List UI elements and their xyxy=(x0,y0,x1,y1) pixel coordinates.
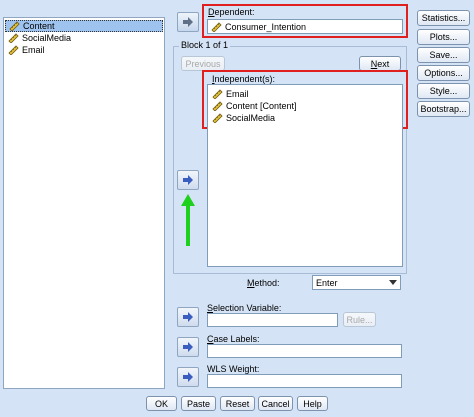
method-select[interactable]: Enter xyxy=(312,275,401,290)
method-value: Enter xyxy=(316,277,338,288)
arrow-right-icon xyxy=(183,312,193,322)
list-item-label: Content xyxy=(23,21,55,31)
dependent-label: Dependent: xyxy=(208,7,255,17)
statistics-button[interactable]: Statistics... xyxy=(417,10,470,26)
block-title: Block 1 of 1 xyxy=(179,40,231,50)
paste-button[interactable]: Paste xyxy=(181,396,216,411)
next-label-rest: ext xyxy=(377,58,390,69)
style-button[interactable]: Style... xyxy=(417,83,470,99)
arrow-right-icon xyxy=(183,175,193,185)
case-labels-field[interactable] xyxy=(207,344,402,358)
next-button[interactable]: Next xyxy=(359,56,401,71)
list-item[interactable]: Content [Content] xyxy=(208,100,402,112)
scale-ruler-icon xyxy=(212,89,223,99)
list-item[interactable]: SocialMedia xyxy=(4,32,164,44)
scale-ruler-icon xyxy=(212,101,223,111)
previous-button[interactable]: Previous xyxy=(181,56,225,71)
method-mnemonic: M xyxy=(247,278,255,288)
scale-ruler-icon xyxy=(8,45,19,55)
list-item[interactable]: Email xyxy=(208,88,402,100)
cancel-button[interactable]: Cancel xyxy=(258,396,293,411)
list-item-label: SocialMedia xyxy=(22,33,72,43)
wls-weight-label: WLS Weight: xyxy=(207,364,260,374)
list-item[interactable]: Content xyxy=(5,20,163,32)
save-button[interactable]: Save... xyxy=(417,47,470,63)
method-label: Method: xyxy=(247,278,280,288)
chevron-down-icon xyxy=(389,280,397,285)
move-to-dependent-button[interactable] xyxy=(177,12,199,32)
help-button[interactable]: Help xyxy=(297,396,328,411)
wls-weight-field[interactable] xyxy=(207,374,402,388)
list-item-label: SocialMedia xyxy=(226,113,276,123)
bootstrap-button[interactable]: Bootstrap... xyxy=(417,101,470,117)
scale-ruler-icon xyxy=(212,113,223,123)
move-to-wls-weight-button[interactable] xyxy=(177,367,199,387)
options-button[interactable]: Options... xyxy=(417,65,470,81)
move-to-selection-variable-button[interactable] xyxy=(177,307,199,327)
dependent-value: Consumer_Intention xyxy=(225,21,307,32)
selection-variable-label: Selection Variable: xyxy=(207,303,281,313)
arrow-right-icon xyxy=(183,17,193,27)
independents-label: Independent(s): xyxy=(212,74,275,84)
ok-button[interactable]: OK xyxy=(146,396,177,411)
list-item[interactable]: SocialMedia xyxy=(208,112,402,124)
list-item[interactable]: Email xyxy=(4,44,164,56)
arrow-right-icon xyxy=(183,372,193,382)
dependent-label-text: ependent: xyxy=(214,7,255,17)
green-annotation-arrow-icon xyxy=(181,194,195,246)
scale-ruler-icon xyxy=(8,33,19,43)
source-variable-list[interactable]: Content SocialMedia Email xyxy=(3,17,165,389)
arrow-right-icon xyxy=(183,342,193,352)
move-to-independents-button[interactable] xyxy=(177,170,199,190)
case-labels-label: Case Labels: xyxy=(207,334,260,344)
rule-button[interactable]: Rule... xyxy=(343,312,376,327)
reset-button[interactable]: Reset xyxy=(220,396,255,411)
independents-label-text: ndependent(s): xyxy=(214,74,276,84)
move-to-case-labels-button[interactable] xyxy=(177,337,199,357)
selection-variable-field[interactable] xyxy=(207,313,338,327)
scale-ruler-icon xyxy=(9,21,20,31)
list-item-label: Email xyxy=(22,45,45,55)
case-labels-label-text: ase Labels: xyxy=(213,334,260,344)
plots-button[interactable]: Plots... xyxy=(417,29,470,45)
independents-list[interactable]: Email Content [Content] SocialMedia xyxy=(207,84,403,267)
scale-ruler-icon xyxy=(211,21,222,32)
selection-variable-label-text: election Variable: xyxy=(213,303,282,313)
list-item-label: Content [Content] xyxy=(226,101,297,111)
list-item-label: Email xyxy=(226,89,249,99)
dependent-field[interactable]: Consumer_Intention xyxy=(207,19,403,34)
method-label-text: ethod: xyxy=(254,278,280,288)
